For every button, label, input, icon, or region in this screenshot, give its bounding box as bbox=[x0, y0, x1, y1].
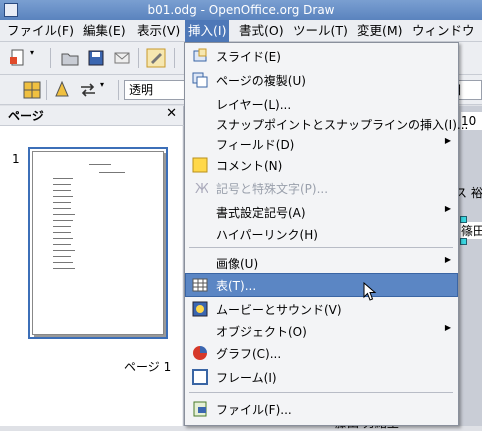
menu-item-label: オブジェクト(O) bbox=[216, 325, 307, 339]
menu-item-field[interactable]: フィールド(D) ▶ bbox=[186, 133, 457, 155]
selection-handle[interactable] bbox=[460, 216, 467, 223]
menu-item-comment[interactable]: コメント(N) bbox=[186, 154, 457, 176]
submenu-arrow-icon: ▶ bbox=[444, 255, 451, 264]
menu-item-label: 記号と特殊文字(P)... bbox=[216, 182, 329, 196]
menu-item-label: スナップポイントとスナップラインの挿入(I)... bbox=[216, 118, 469, 132]
line-style-select[interactable]: 透明 bbox=[124, 80, 186, 100]
name-fragment: ス 裕 bbox=[455, 186, 482, 200]
table-icon bbox=[192, 278, 208, 292]
menu-item-label: グラフ(C)... bbox=[216, 347, 282, 361]
insert-menu: スライド(E) ページの複製(U) レイヤー(L)... スナップポイントとスナ… bbox=[184, 42, 468, 426]
menu-item-label: ムービーとサウンド(V) bbox=[216, 303, 342, 317]
menu-item-slide[interactable]: スライド(E) bbox=[186, 45, 457, 67]
menu-item-hyperlink[interactable]: ハイパーリンク(H) bbox=[186, 223, 457, 245]
menu-format[interactable]: 書式(O) bbox=[236, 20, 287, 42]
menu-item-label: ファイル(F)... bbox=[216, 403, 292, 417]
arrow-dropdown-icon[interactable]: ▾ bbox=[100, 80, 120, 100]
chart-icon bbox=[193, 346, 207, 360]
mouse-pointer-icon bbox=[363, 282, 377, 301]
menu-item-label: 書式設定記号(A) bbox=[216, 206, 306, 220]
edit-file-icon[interactable] bbox=[146, 48, 166, 68]
menu-item-label: 表(T)... bbox=[216, 279, 257, 293]
pages-panel-label: ページ bbox=[8, 109, 44, 123]
menu-item-frame[interactable]: フレーム(I) bbox=[186, 366, 457, 388]
page-number: 1 bbox=[12, 152, 20, 166]
menu-window[interactable]: ウィンドウ(W) bbox=[409, 20, 482, 60]
new-dropdown-icon[interactable]: ▾ bbox=[30, 48, 50, 68]
area-icon[interactable] bbox=[22, 80, 42, 100]
comment-icon bbox=[192, 157, 208, 173]
menu-item-label: フィールド(D) bbox=[216, 138, 295, 152]
svg-text:Ж: Ж bbox=[195, 182, 208, 196]
window-title: b01.odg - OpenOffice.org Draw bbox=[147, 3, 335, 17]
menu-item-label: ページの複製(U) bbox=[216, 74, 306, 88]
menu-item-table[interactable]: 表(T)... bbox=[185, 273, 458, 297]
menu-file[interactable]: ファイル(F) bbox=[4, 20, 77, 42]
toolbar-separator bbox=[118, 80, 119, 100]
menu-item-special-character: Ж 記号と特殊文字(P)... bbox=[186, 177, 457, 199]
menu-item-label: 画像(U) bbox=[216, 257, 259, 271]
toolbar-separator bbox=[46, 80, 47, 100]
close-icon[interactable]: ✕ bbox=[166, 106, 177, 121]
new-document-icon[interactable] bbox=[8, 48, 28, 68]
frame-icon bbox=[192, 369, 208, 385]
menu-item-movie-sound[interactable]: ムービーとサウンド(V) bbox=[186, 298, 457, 320]
toolbar-separator bbox=[174, 48, 175, 68]
special-character-icon: Ж bbox=[195, 182, 208, 196]
menu-item-image[interactable]: 画像(U) ▶ bbox=[186, 252, 457, 274]
table-cell-fragment[interactable]: 篠田 ラ bbox=[461, 222, 482, 239]
submenu-arrow-icon: ▶ bbox=[444, 136, 451, 145]
line-arrow-icon[interactable] bbox=[78, 80, 98, 100]
menu-item-object[interactable]: オブジェクト(O) ▶ bbox=[186, 320, 457, 342]
menu-item-label: ハイパーリンク(H) bbox=[216, 228, 318, 242]
menu-item-file[interactable]: ファイル(F)... bbox=[186, 398, 457, 420]
save-icon[interactable] bbox=[86, 48, 106, 68]
duplicate-page-icon bbox=[192, 72, 208, 88]
file-icon bbox=[193, 401, 207, 417]
menu-modify[interactable]: 変更(M) bbox=[354, 20, 406, 42]
page-thumbnail[interactable] bbox=[28, 147, 168, 339]
toolbar-separator bbox=[138, 48, 139, 68]
menu-item-snap-point[interactable]: スナップポイントとスナップラインの挿入(I)... bbox=[186, 113, 468, 135]
pages-panel: ページ ✕ 1 ページ 1 bbox=[0, 106, 184, 426]
open-folder-icon[interactable] bbox=[60, 48, 80, 68]
menu-edit[interactable]: 編集(E) bbox=[80, 20, 129, 42]
menu-item-label: レイヤー(L)... bbox=[216, 98, 292, 112]
menu-item-label: コメント(N) bbox=[216, 159, 283, 173]
menu-view[interactable]: 表示(V) bbox=[134, 20, 183, 42]
selection-handle[interactable] bbox=[460, 238, 467, 245]
page-label: ページ 1 bbox=[124, 360, 172, 374]
line-style-icon[interactable] bbox=[52, 80, 72, 100]
menu-tools[interactable]: ツール(T) bbox=[290, 20, 351, 42]
submenu-arrow-icon: ▶ bbox=[444, 204, 451, 213]
slide-icon bbox=[193, 48, 207, 62]
menu-divider bbox=[189, 247, 453, 248]
movie-sound-icon bbox=[192, 301, 208, 317]
email-document-icon[interactable] bbox=[112, 48, 132, 68]
page-thumbnail-content bbox=[32, 151, 164, 335]
menu-item-label: フレーム(I) bbox=[216, 371, 277, 385]
menu-item-label: スライド(E) bbox=[216, 50, 281, 64]
pages-list: 1 ページ 1 bbox=[0, 126, 182, 426]
menu-item-formatting-mark[interactable]: 書式設定記号(A) ▶ bbox=[186, 201, 457, 223]
menu-bar: ファイル(F) 編集(E) 表示(V) 挿入(I) 書式(O) ツール(T) 変… bbox=[0, 20, 482, 60]
menu-item-chart[interactable]: グラフ(C)... bbox=[186, 342, 457, 364]
menu-item-layer[interactable]: レイヤー(L)... bbox=[186, 93, 457, 115]
toolbar-separator bbox=[50, 48, 51, 68]
submenu-arrow-icon: ▶ bbox=[444, 323, 451, 332]
pages-panel-title: ページ bbox=[0, 106, 184, 126]
title-bar: b01.odg - OpenOffice.org Draw bbox=[0, 0, 482, 20]
menu-item-duplicate-page[interactable]: ページの複製(U) bbox=[186, 69, 457, 91]
menu-divider bbox=[189, 392, 453, 393]
menu-insert[interactable]: 挿入(I) bbox=[185, 20, 230, 42]
